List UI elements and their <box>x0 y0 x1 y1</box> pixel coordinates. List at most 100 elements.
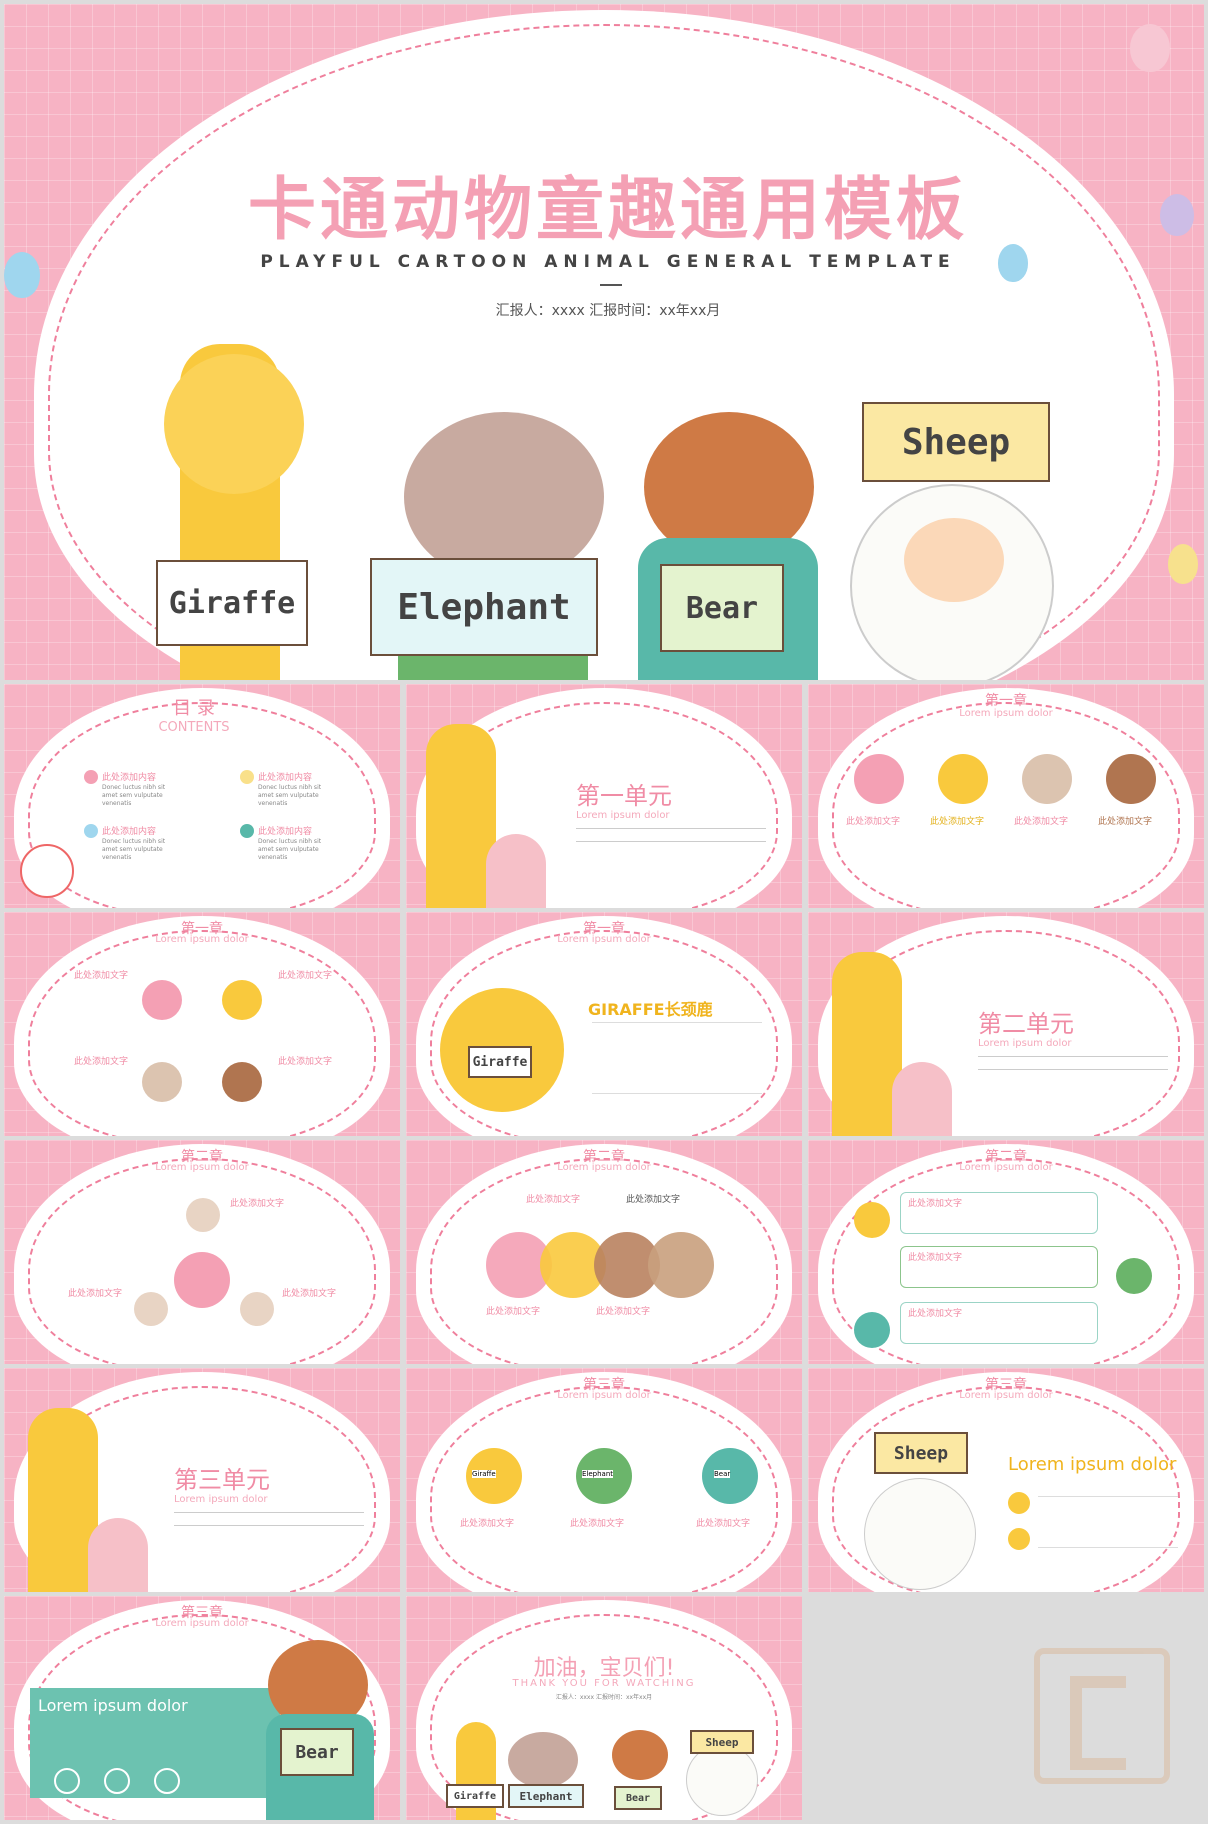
slide-chapter1-flower[interactable]: 第一章 Lorem ipsum dolor 此处添加文字 此处添加文字 此处添加… <box>4 912 400 1136</box>
sign-sheep: Sheep <box>690 1730 754 1754</box>
ring-label: 此处添加文字 <box>596 1307 651 1317</box>
slide-unit-3[interactable]: 第三单元 Lorem ipsum dolor <box>4 1368 400 1592</box>
icon-label: 此处添加文字 <box>1014 817 1069 827</box>
sign-bear: Bear <box>660 564 784 652</box>
sign-bear: Bear <box>280 1728 354 1776</box>
text-lines <box>592 1022 762 1094</box>
contents-desc: Donec luctus nibh sit amet sem vulputate… <box>258 838 322 861</box>
thanks-meta: 汇报人：xxxx 汇报时间：xx年xx月 <box>555 1694 653 1701</box>
sign-elephant: Elephant <box>370 558 598 656</box>
bubble-label: 此处添加文字 <box>908 1309 963 1319</box>
hero-slide[interactable]: 卡通动物童趣通用模板 PLAYFUL CARTOON ANIMAL GENERA… <box>4 4 1204 680</box>
contents-item[interactable]: 此处添加内容 <box>102 824 156 837</box>
unit-sub: Lorem ipsum dolor <box>978 1038 1072 1049</box>
sheep-illustration <box>686 1744 758 1816</box>
chapter-sub: Lorem ipsum dolor <box>557 1390 651 1401</box>
elephant-illustration <box>404 412 604 582</box>
unit-title: 第二单元 <box>978 1010 1074 1038</box>
ring-label: 此处添加文字 <box>486 1307 541 1317</box>
icon-label: 此处添加文字 <box>1098 817 1153 827</box>
bag-icon[interactable] <box>1022 754 1072 804</box>
text-lines <box>978 1056 1168 1070</box>
bulb-icon[interactable] <box>54 1768 80 1794</box>
balloon-icon <box>1130 24 1170 72</box>
bubble-label: 此处添加文字 <box>908 1253 963 1263</box>
chapter-sub: Lorem ipsum dolor <box>959 1390 1053 1401</box>
pencil-icon[interactable] <box>222 1062 262 1102</box>
slide-chapter3-sheep[interactable]: 第三章 Lorem ipsum dolor Sheep Lorem ipsum … <box>808 1368 1204 1592</box>
music-icon[interactable] <box>154 1768 180 1794</box>
sign-elephant: Elephant <box>508 1784 584 1808</box>
balloon-icon <box>1168 544 1198 584</box>
unit-sub: Lorem ipsum dolor <box>576 810 670 821</box>
bullet-icon <box>240 770 254 784</box>
slide-chapter2-hub[interactable]: 第二章 Lorem ipsum dolor 此处添加文字 此处添加文字 此处添加… <box>4 1140 400 1364</box>
sign-sheep: Sheep <box>874 1432 968 1474</box>
giraffe-avatar <box>854 1202 890 1238</box>
contents-desc: Donec luctus nibh sit amet sem vulputate… <box>102 784 166 807</box>
sign-sheep: Sheep <box>862 402 1050 482</box>
contents-desc: Donec luctus nibh sit amet sem vulputate… <box>102 838 166 861</box>
sign-giraffe: Giraffe <box>446 1784 504 1808</box>
logo-watermark-icon <box>1034 1648 1170 1784</box>
rooster-illustration <box>20 844 74 898</box>
contents-desc: Donec luctus nibh sit amet sem vulputate… <box>258 784 322 807</box>
text-lines <box>576 828 766 842</box>
bulb-icon[interactable] <box>648 1232 714 1298</box>
sheep-heading: Lorem ipsum dolor <box>1008 1454 1177 1475</box>
search-icon[interactable] <box>1008 1528 1030 1550</box>
circle-sign: Bear <box>714 1470 731 1478</box>
animal-label: 此处添加文字 <box>460 1519 515 1529</box>
contents-item[interactable]: 此处添加内容 <box>258 770 312 783</box>
rabbit-illustration <box>88 1518 148 1592</box>
heart-hands-icon[interactable] <box>174 1252 230 1308</box>
slide-chapter2-speech[interactable]: 第二章 Lorem ipsum dolor 此处添加文字 此处添加文字 此处添加… <box>808 1140 1204 1364</box>
chapter-sub: Lorem ipsum dolor <box>959 708 1053 719</box>
contents-item[interactable]: 此处添加内容 <box>102 770 156 783</box>
slide-chapter3-animals[interactable]: 第三章 Lorem ipsum dolor Giraffe Elephant B… <box>406 1368 802 1592</box>
chapter-sub: Lorem ipsum dolor <box>557 934 651 945</box>
rabbit-illustration <box>486 834 546 908</box>
elephant-illustration <box>508 1732 578 1788</box>
title-divider <box>600 284 622 286</box>
bulb-icon[interactable] <box>1008 1492 1030 1514</box>
chapter-title: 第一章 <box>985 693 1027 709</box>
slide-thanks[interactable]: 加油，宝贝们! THANK YOU FOR WATCHING 汇报人：xxxx … <box>406 1596 802 1820</box>
slide-contents[interactable]: 目 录 CONTENTS 此处添加内容 Donec luctus nibh si… <box>4 684 400 908</box>
book-icon[interactable] <box>854 754 904 804</box>
slide-chapter3-bear[interactable]: 第三章 Lorem ipsum dolor Lorem ipsum dolor … <box>4 1596 400 1820</box>
bubble-label: 此处添加文字 <box>908 1199 963 1209</box>
easel-icon[interactable] <box>1106 754 1156 804</box>
bullet-icon <box>240 824 254 838</box>
slide-unit-1[interactable]: 第一单元 Lorem ipsum dolor <box>406 684 802 908</box>
hub-label: 此处添加文字 <box>68 1289 123 1299</box>
bullet-icon <box>84 824 98 838</box>
cup-icon[interactable] <box>104 1768 130 1794</box>
camera-icon[interactable] <box>222 980 262 1020</box>
giraffe-heading: GIRAFFE长颈鹿 <box>588 1000 713 1019</box>
flower-label: 此处添加文字 <box>74 1057 129 1067</box>
contents-item[interactable]: 此处添加内容 <box>258 824 312 837</box>
unit-title: 第一单元 <box>576 782 672 810</box>
hub-label: 此处添加文字 <box>282 1289 337 1299</box>
monitor-icon[interactable] <box>142 980 182 1020</box>
slide-chapter2-rings[interactable]: 第二章 Lorem ipsum dolor 此处添加文字 此处添加文字 此处添加… <box>406 1140 802 1364</box>
bulb-icon[interactable] <box>134 1292 168 1326</box>
bullet-icon <box>84 770 98 784</box>
slide-chapter1-icons[interactable]: 第一章 Lorem ipsum dolor 此处添加文字 此处添加文字 此处添加… <box>808 684 1204 908</box>
reporter-meta: 汇报人：xxxx 汇报时间：xx年xx月 <box>495 303 721 319</box>
rabbit-illustration <box>892 1062 952 1136</box>
animal-label: 此处添加文字 <box>570 1519 625 1529</box>
elephant-avatar <box>1116 1258 1152 1294</box>
unit-title: 第三单元 <box>174 1466 270 1494</box>
slide-unit-2[interactable]: 第二单元 Lorem ipsum dolor <box>808 912 1204 1136</box>
gear-icon[interactable] <box>240 1292 274 1326</box>
notebook-icon[interactable] <box>938 754 988 804</box>
gear-icon[interactable] <box>142 1062 182 1102</box>
page-title: 卡通动物童趣通用模板 <box>247 171 968 250</box>
ring-label: 此处添加文字 <box>526 1195 581 1205</box>
slide-giraffe[interactable]: 第一章 Lorem ipsum dolor Giraffe GIRAFFE长颈鹿 <box>406 912 802 1136</box>
crown-icon[interactable] <box>186 1198 220 1232</box>
sign-giraffe: Giraffe <box>468 1046 532 1078</box>
sign-giraffe: Giraffe <box>156 560 308 646</box>
